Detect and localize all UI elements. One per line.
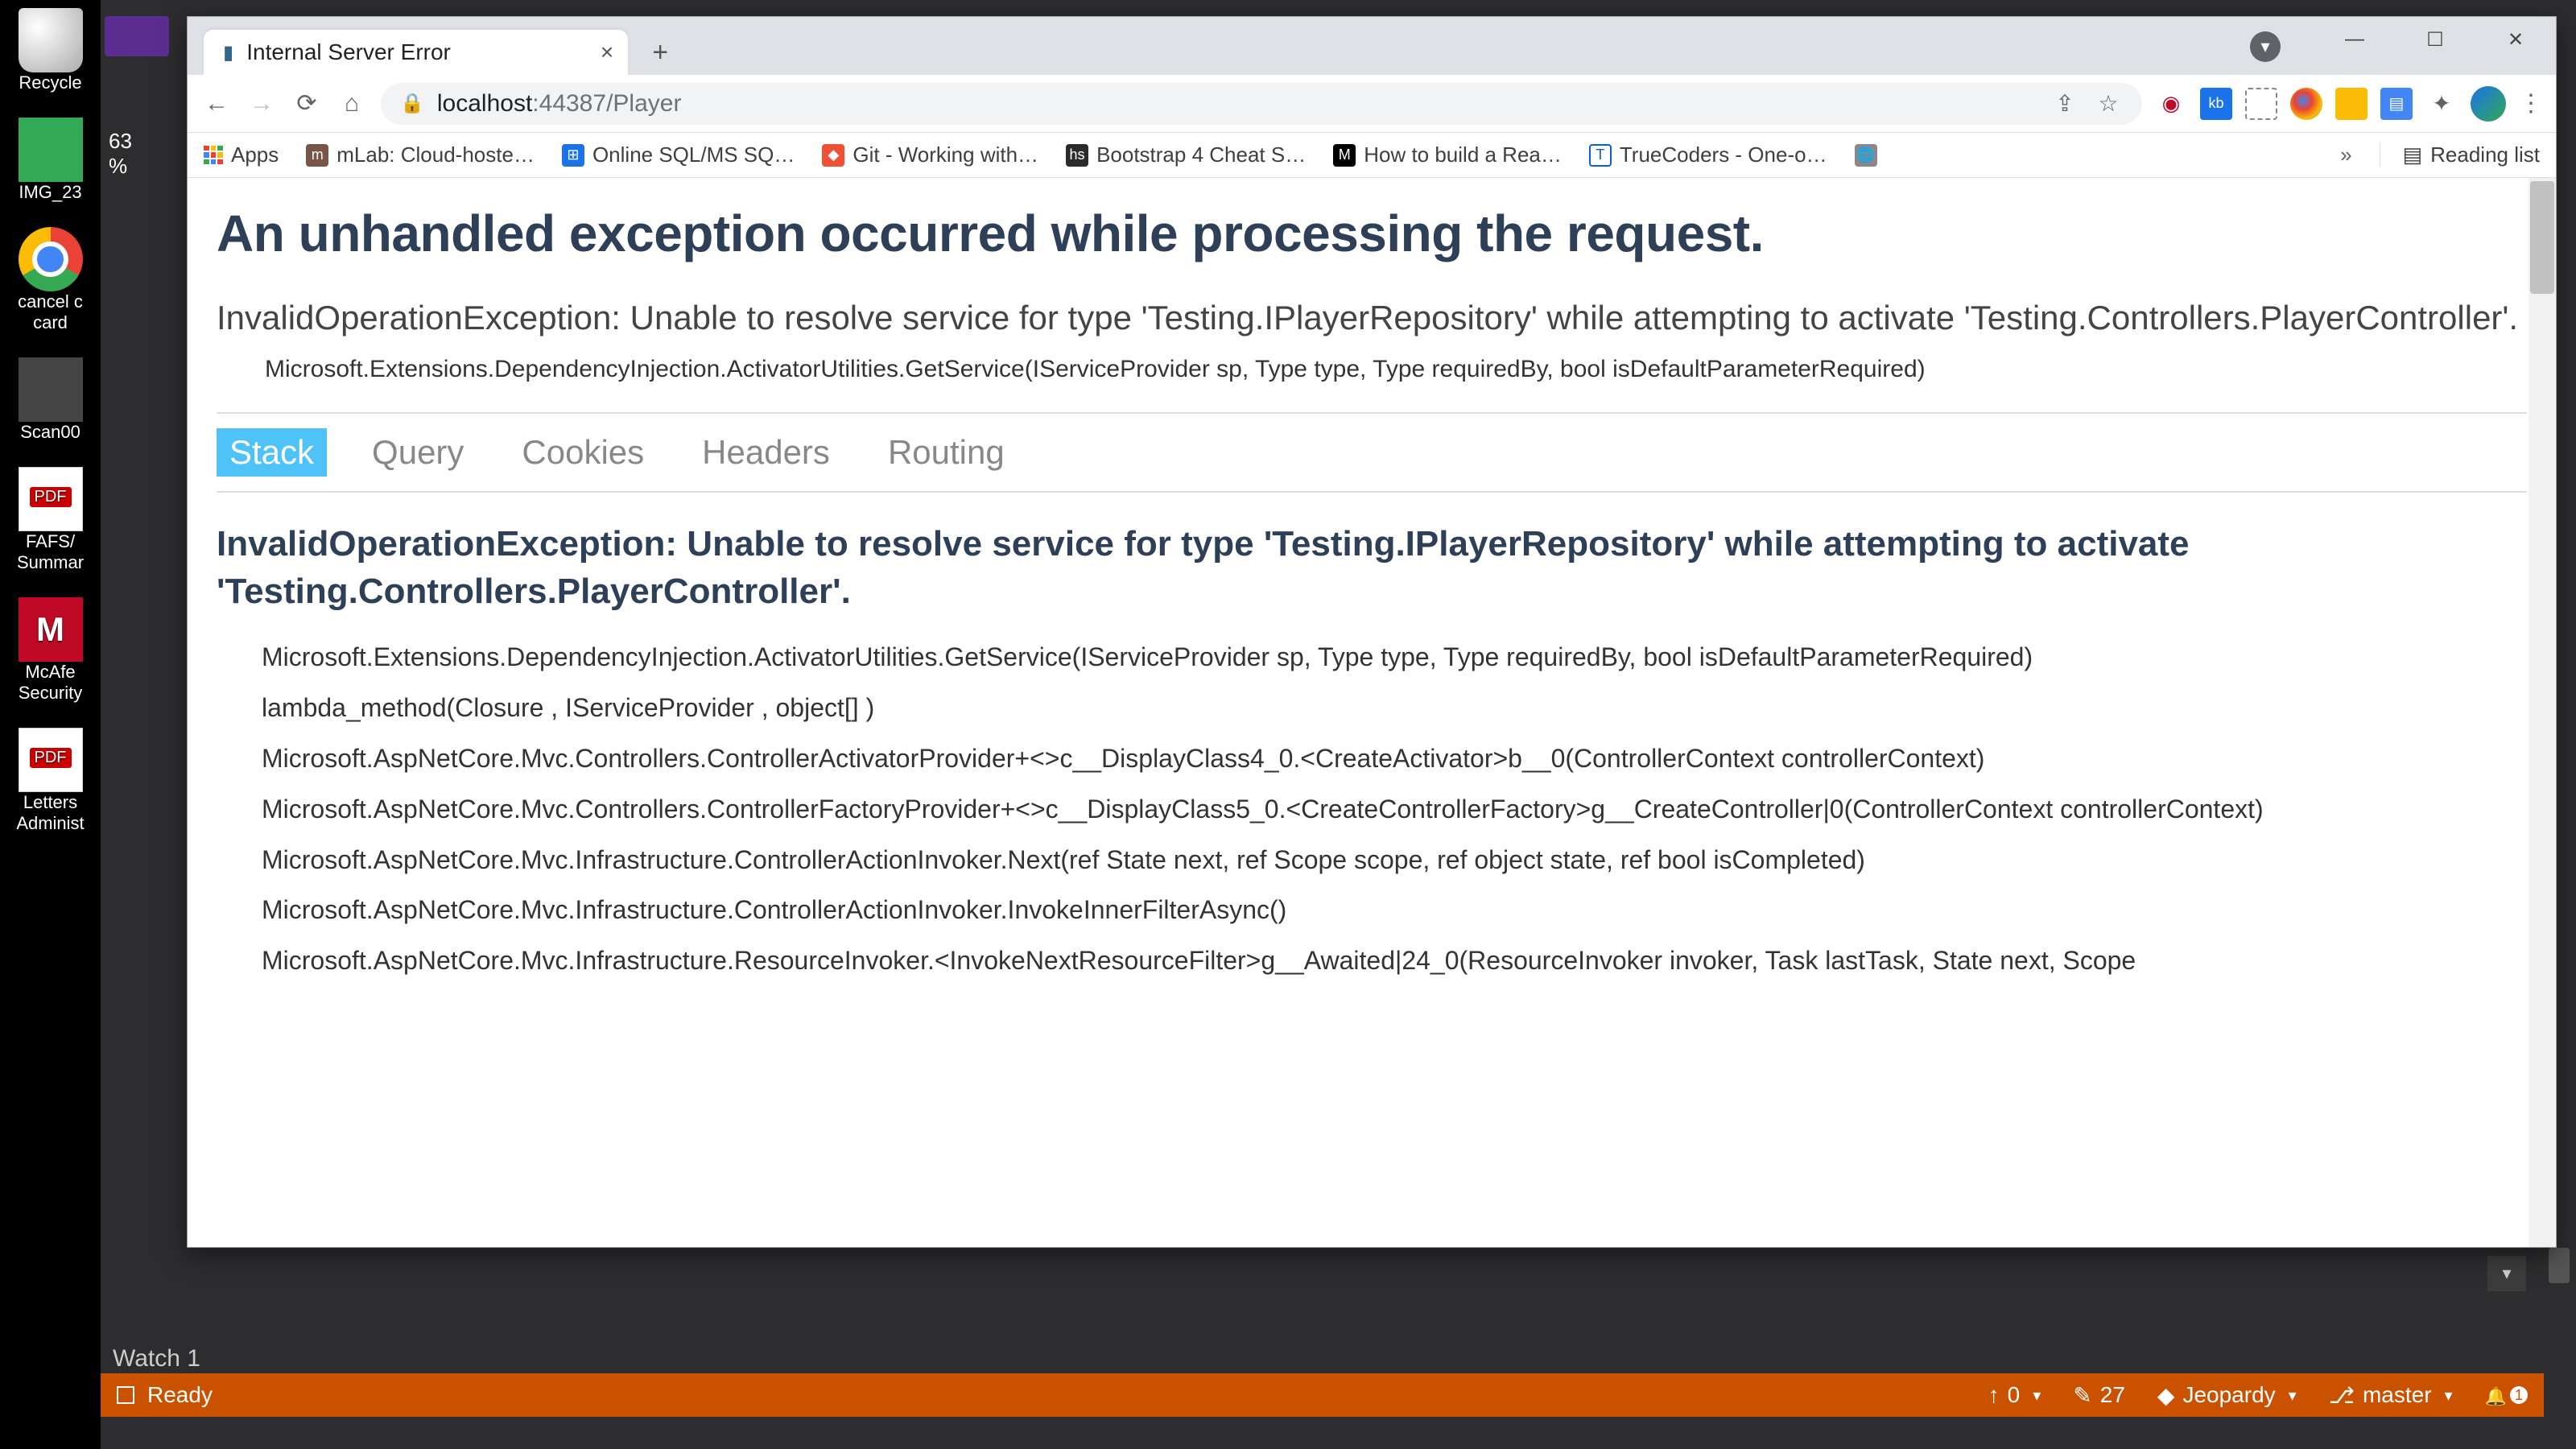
- desktop-label: McAfe Security: [19, 662, 82, 704]
- vs-pending-changes[interactable]: 0: [1988, 1382, 2041, 1408]
- tab-routing[interactable]: Routing: [875, 428, 1018, 477]
- divider: [217, 491, 2527, 493]
- share-icon[interactable]: ⇪: [2050, 89, 2079, 118]
- vs-scrollbar-thumb[interactable]: [2549, 1248, 2570, 1283]
- desktop-label: FAFS/ Summar: [17, 531, 84, 573]
- apps-shortcut[interactable]: Apps: [204, 142, 279, 167]
- tab-query[interactable]: Query: [359, 428, 477, 477]
- page-scrollbar[interactable]: [2529, 178, 2556, 1247]
- reload-button[interactable]: ⟳: [291, 88, 323, 120]
- forward-button[interactable]: →: [246, 88, 278, 120]
- bookmarks-bar: Apps mmLab: Cloud-hoste… ⊞Online SQL/MS …: [188, 133, 2556, 178]
- desktop-label: Letters Administ: [16, 792, 84, 834]
- diag-tabs: Stack Query Cookies Headers Routing: [217, 428, 2527, 477]
- visual-studio-icon: [105, 16, 169, 56]
- bookmark-item[interactable]: ◆Git - Working with…: [822, 142, 1038, 167]
- error-source-line: Microsoft.Extensions.DependencyInjection…: [265, 356, 2527, 383]
- extension-icon[interactable]: [2290, 88, 2322, 120]
- close-window-button[interactable]: ✕: [2475, 17, 2556, 62]
- page-viewport: An unhandled exception occurred while pr…: [188, 178, 2556, 1247]
- minimize-button[interactable]: —: [2314, 17, 2395, 62]
- bookmarks-overflow[interactable]: »: [2340, 142, 2351, 167]
- profile-avatar[interactable]: [2471, 86, 2506, 122]
- apps-grid-icon: [204, 146, 223, 165]
- maximize-button[interactable]: ☐: [2395, 17, 2475, 62]
- vs-status-bar: Ready 0 27 Jeopardy master 1: [101, 1373, 2544, 1417]
- bookmark-item[interactable]: hsBootstrap 4 Cheat S…: [1066, 142, 1306, 167]
- bookmark-item[interactable]: ⊞Online SQL/MS SQ…: [562, 142, 795, 167]
- vs-project-selector[interactable]: Jeopardy: [2157, 1382, 2297, 1409]
- extension-icon[interactable]: [2245, 88, 2277, 120]
- stack-frame[interactable]: Microsoft.AspNetCore.Mvc.Infrastructure.…: [262, 892, 2527, 928]
- vs-branch-selector[interactable]: master: [2329, 1382, 2453, 1409]
- stack-frame[interactable]: lambda_method(Closure , IServiceProvider…: [262, 690, 2527, 726]
- apps-label: Apps: [231, 142, 279, 167]
- back-button[interactable]: ←: [200, 88, 233, 120]
- vs-status-ready: Ready: [147, 1382, 213, 1408]
- extension-icon[interactable]: kb: [2200, 88, 2232, 120]
- bookmark-item[interactable]: mmLab: Cloud-hoste…: [306, 142, 535, 167]
- reading-list-button[interactable]: ▤ Reading list: [2380, 142, 2540, 167]
- bookmark-item[interactable]: TTrueCoders - One-o…: [1589, 142, 1827, 167]
- bookmark-star-icon[interactable]: ☆: [2094, 89, 2123, 118]
- desktop-icons: Recycle IMG_23 cancel c card Scan00 PDF …: [0, 0, 101, 1449]
- google-docs-extension-icon[interactable]: ▤: [2380, 88, 2413, 120]
- desktop-image-file[interactable]: IMG_23: [0, 118, 101, 203]
- vs-edits-count[interactable]: 27: [2073, 1382, 2125, 1409]
- window-controls: — ☐ ✕: [2314, 17, 2556, 62]
- browser-tab[interactable]: ▮ Internal Server Error ×: [204, 30, 628, 75]
- stack-frame[interactable]: Microsoft.Extensions.DependencyInjection…: [262, 639, 2527, 675]
- error-subheading: InvalidOperationException: Unable to res…: [217, 295, 2527, 341]
- chrome-menu-button[interactable]: ⋮: [2519, 89, 2543, 118]
- stack-exception-heading: InvalidOperationException: Unable to res…: [217, 520, 2527, 616]
- desktop-label: Recycle: [19, 72, 81, 93]
- recycle-bin-icon[interactable]: Recycle: [0, 8, 101, 93]
- letters-pdf[interactable]: PDF Letters Administ: [0, 728, 101, 834]
- browser-titlebar: ▮ Internal Server Error × + ▾ — ☐ ✕: [188, 17, 2556, 75]
- desktop-label: Scan00: [20, 422, 80, 443]
- error-heading: An unhandled exception occurred while pr…: [217, 204, 2527, 263]
- desktop-label: cancel c card: [18, 291, 83, 333]
- scrollbar-thumb[interactable]: [2530, 181, 2554, 294]
- vs-notifications[interactable]: 1: [2485, 1382, 2528, 1408]
- tab-cookies[interactable]: Cookies: [509, 428, 657, 477]
- vs-status-icon: [117, 1386, 134, 1404]
- stack-frame[interactable]: Microsoft.AspNetCore.Mvc.Infrastructure.…: [262, 842, 2527, 878]
- chrome-window: ▮ Internal Server Error × + ▾ — ☐ ✕ ← → …: [187, 16, 2557, 1248]
- tab-search-button[interactable]: ▾: [2250, 31, 2281, 62]
- vs-panel-dropdown[interactable]: ▾: [2487, 1256, 2526, 1291]
- divider: [217, 412, 2527, 414]
- vs-watch-panel-title[interactable]: Watch 1: [113, 1345, 200, 1373]
- stack-frame[interactable]: Microsoft.AspNetCore.Mvc.Controllers.Con…: [262, 791, 2527, 828]
- lock-icon: 🔒: [400, 92, 424, 115]
- reading-list-icon: ▤: [2403, 142, 2423, 167]
- vs-zoom-percent: 63 %: [109, 129, 132, 179]
- error-page: An unhandled exception occurred while pr…: [188, 178, 2556, 1019]
- new-tab-button[interactable]: +: [642, 35, 678, 70]
- bookmark-item[interactable]: MHow to build a Rea…: [1333, 142, 1562, 167]
- chrome-shortcut[interactable]: cancel c card: [0, 227, 101, 333]
- tab-headers[interactable]: Headers: [689, 428, 843, 477]
- tab-stack[interactable]: Stack: [217, 428, 327, 477]
- stack-frame[interactable]: Microsoft.AspNetCore.Mvc.Controllers.Con…: [262, 741, 2527, 777]
- desktop-scan-file[interactable]: Scan00: [0, 357, 101, 443]
- tab-title: Internal Server Error: [246, 39, 451, 65]
- address-row: ← → ⟳ ⌂ 🔒 localhost:44387/Player ⇪ ☆ ◉ k…: [188, 75, 2556, 133]
- extension-icon[interactable]: [2335, 88, 2368, 120]
- mcafee-extension-icon[interactable]: ◉: [2155, 88, 2187, 120]
- extensions-button[interactable]: ✦: [2425, 88, 2458, 120]
- url-text: localhost:44387/Player: [437, 90, 682, 118]
- bookmark-item[interactable]: 🌐: [1855, 144, 1877, 167]
- address-bar[interactable]: 🔒 localhost:44387/Player ⇪ ☆: [381, 83, 2142, 125]
- fafsa-pdf[interactable]: PDF FAFS/ Summar: [0, 467, 101, 573]
- tab-favicon: ▮: [223, 41, 233, 64]
- stack-frames: Microsoft.Extensions.DependencyInjection…: [217, 639, 2527, 979]
- desktop-label: IMG_23: [19, 182, 81, 203]
- mcafee-shortcut[interactable]: M McAfe Security: [0, 597, 101, 704]
- tab-close-button[interactable]: ×: [601, 39, 613, 65]
- home-button[interactable]: ⌂: [336, 88, 368, 120]
- stack-frame[interactable]: Microsoft.AspNetCore.Mvc.Infrastructure.…: [262, 943, 2527, 979]
